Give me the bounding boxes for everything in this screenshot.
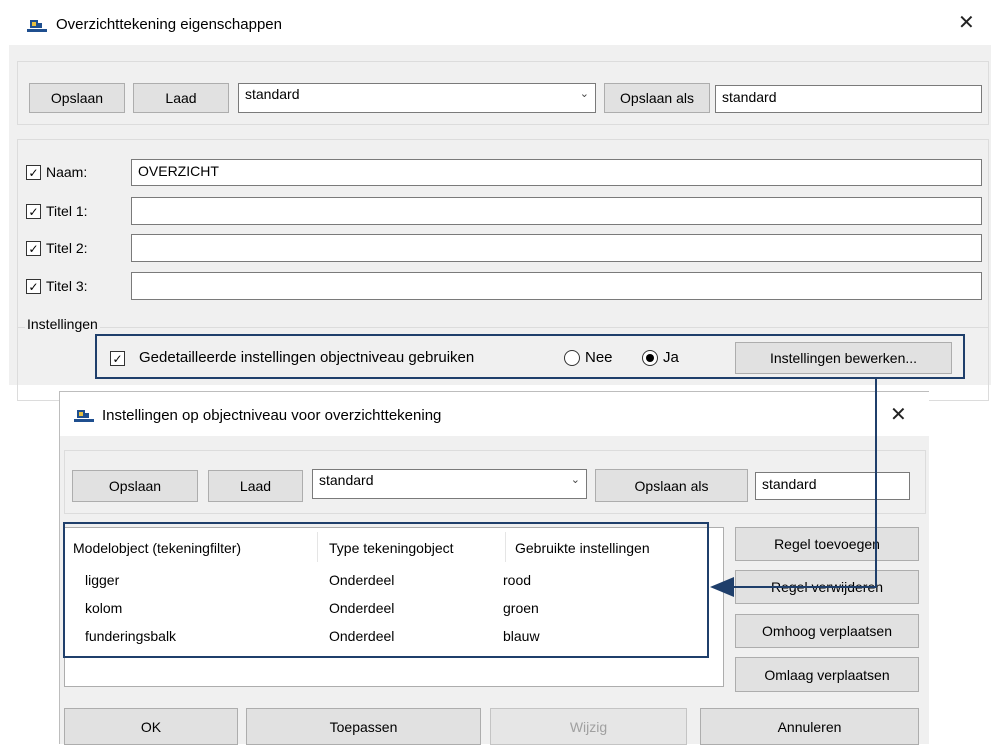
modify-button: Wijzig [490, 708, 687, 745]
naam-checkbox[interactable]: ✓ [26, 165, 41, 180]
object-preset-select[interactable]: standard ⌄ [312, 469, 587, 499]
move-down-button[interactable]: Omlaag verplaatsen [735, 657, 919, 692]
close-icon[interactable]: ✕ [890, 405, 907, 425]
main-dialog-title: Overzichttekening eigenschappen [56, 16, 282, 33]
object-preset-select-value: standard [319, 472, 374, 488]
naam-field[interactable]: OVERZICHT [131, 159, 982, 186]
check-icon: ✓ [28, 241, 39, 256]
check-icon: ✓ [28, 279, 39, 294]
save-as-button[interactable]: Opslaan als [604, 83, 710, 113]
save-as-field[interactable]: standard [715, 85, 982, 113]
object-dialog-title: Instellingen op objectniveau voor overzi… [102, 407, 442, 424]
titel-3-checkbox[interactable]: ✓ [26, 279, 41, 294]
titel-1-field[interactable] [131, 197, 982, 225]
titel-1-checkbox[interactable]: ✓ [26, 204, 41, 219]
table-highlight [63, 522, 709, 658]
titel-2-field[interactable] [131, 234, 982, 262]
load-button[interactable]: Laad [133, 83, 229, 113]
object-load-button[interactable]: Laad [208, 470, 303, 502]
chevron-down-icon: ⌄ [579, 88, 589, 100]
preset-select[interactable]: standard ⌄ [238, 83, 596, 113]
preset-select-value: standard [245, 86, 300, 102]
main-dialog: Overzichttekening eigenschappen ✕ Opslaa… [9, 5, 991, 401]
arrow-left-icon [710, 377, 877, 597]
check-icon: ✓ [28, 165, 39, 180]
main-title-bar: Overzichttekening eigenschappen ✕ [9, 5, 991, 45]
ok-button[interactable]: OK [64, 708, 238, 745]
titel-2-label: Titel 2: [46, 240, 88, 256]
titel-3-field[interactable] [131, 272, 982, 300]
titel-3-label: Titel 3: [46, 278, 88, 294]
cancel-button[interactable]: Annuleren [700, 708, 919, 745]
move-up-button[interactable]: Omhoog verplaatsen [735, 614, 919, 648]
chevron-down-icon: ⌄ [570, 474, 580, 486]
app-icon [74, 410, 94, 422]
check-icon: ✓ [28, 204, 39, 219]
settings-row-highlight [95, 334, 965, 379]
apply-button[interactable]: Toepassen [246, 708, 481, 745]
close-icon[interactable]: ✕ [958, 13, 975, 33]
settings-group-label: Instellingen [25, 316, 100, 332]
object-save-button[interactable]: Opslaan [72, 470, 198, 502]
naam-label: Naam: [46, 164, 88, 180]
save-button[interactable]: Opslaan [29, 83, 125, 113]
app-icon [27, 20, 47, 32]
titel-2-checkbox[interactable]: ✓ [26, 241, 41, 256]
titel-1-label: Titel 1: [46, 203, 88, 219]
